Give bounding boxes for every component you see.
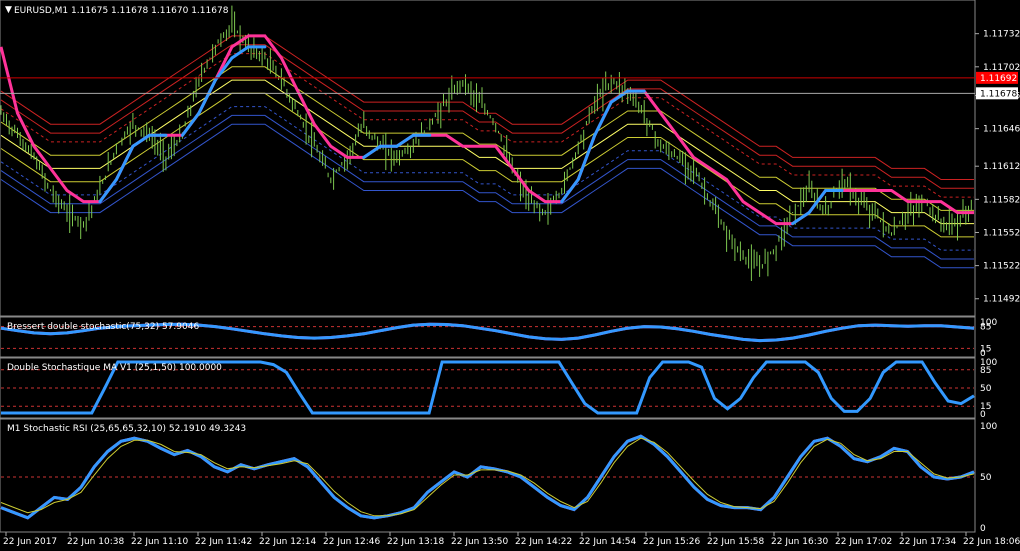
time-tick-label: 22 Jun 12:46 <box>323 537 380 547</box>
level-label: 85 <box>980 323 991 333</box>
level-label: 50 <box>980 384 992 394</box>
time-tick-label: 22 Jun 12:14 <box>259 537 316 547</box>
chart-menu-arrow-icon[interactable]: ▼ <box>5 5 12 15</box>
time-tick-label: 22 Jun 18:06 <box>963 537 1020 547</box>
level-label: 85 <box>980 366 991 376</box>
sub3-panel <box>0 418 976 533</box>
level-label: 0 <box>980 410 986 420</box>
price-tick-label: 1.11582 <box>983 195 1020 205</box>
time-tick-label: 22 Jun 17:02 <box>835 537 892 547</box>
sub3-title: M1 Stochastic RSI (25,65,65,32,10) 52.19… <box>7 424 246 434</box>
time-tick-label: 22 Jun 15:26 <box>643 537 700 547</box>
price-tick-label: 1.11492 <box>983 295 1020 305</box>
time-tick-label: 22 Jun 14:54 <box>579 537 636 547</box>
chart-title: EURUSD,M1 1.11675 1.11678 1.11670 1.1167… <box>14 6 229 16</box>
time-tick-label: 22 Jun 10:38 <box>67 537 124 547</box>
time-tick-label: 22 Jun 14:22 <box>515 537 572 547</box>
time-tick-label: 22 Jun 2017 <box>3 537 57 547</box>
ask-price-label: 1.11678 <box>980 89 1017 99</box>
time-tick-label: 22 Jun 17:34 <box>899 537 956 547</box>
time-tick-label: 22 Jun 16:30 <box>771 537 828 547</box>
time-tick-label: 22 Jun 11:42 <box>195 537 252 547</box>
level-label: 100 <box>980 422 997 432</box>
price-tick-label: 1.11522 <box>983 262 1020 272</box>
price-tick-label: 1.11732 <box>983 30 1020 40</box>
price-tick-label: 1.11646 <box>983 125 1020 135</box>
time-tick-label: 22 Jun 13:50 <box>451 537 508 547</box>
sub2-title: Double Stochastique MA V1 (25,1,50) 100.… <box>7 363 222 373</box>
price-tick-label: 1.11612 <box>983 162 1020 172</box>
level-label: 0 <box>980 524 986 534</box>
main-panel <box>0 0 976 317</box>
time-tick-label: 22 Jun 11:10 <box>131 537 188 547</box>
time-tick-label: 22 Jun 15:58 <box>707 537 764 547</box>
sub1-title: Bressert double stochastic(75,32) 57.904… <box>7 322 199 332</box>
level-label: 50 <box>980 473 992 483</box>
price-tick-label: 1.11702 <box>983 63 1020 73</box>
bid-price-label: 1.11692 <box>980 74 1017 84</box>
time-axis: 22 Jun 2017 22 Jun 10:38 22 Jun 11:10 22 Ju… <box>3 532 1020 547</box>
chart-window: 1.117321.117021.116761.116461.116121.115… <box>0 0 1020 547</box>
price-axis: 1.117321.117021.116761.116461.116121.115… <box>975 30 1020 305</box>
price-tick-label: 1.11552 <box>983 228 1020 238</box>
time-tick-label: 22 Jun 13:18 <box>387 537 444 547</box>
